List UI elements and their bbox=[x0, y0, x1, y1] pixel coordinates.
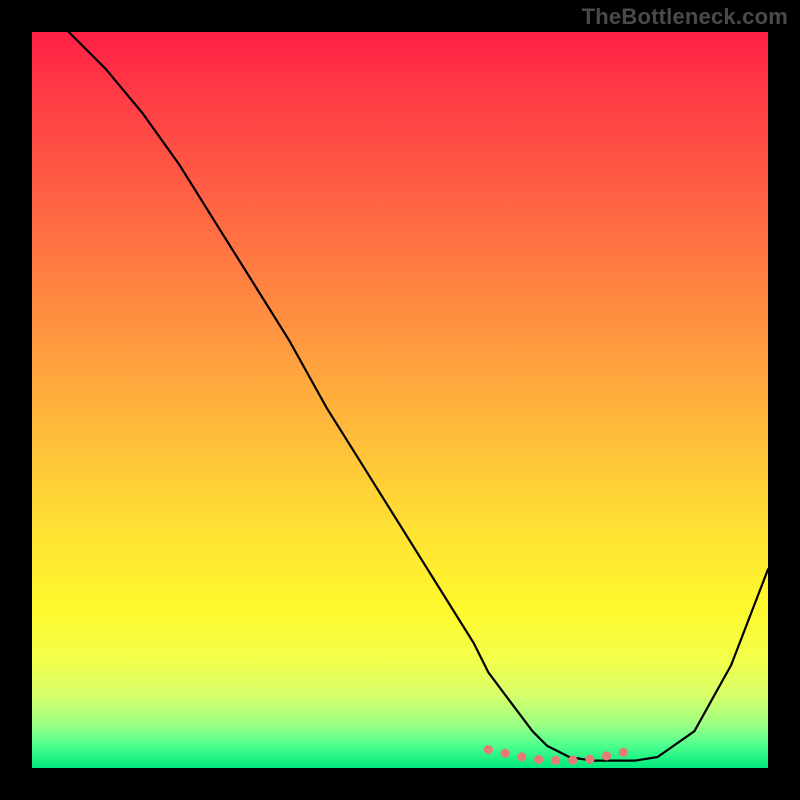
watermark-text: TheBottleneck.com bbox=[582, 4, 788, 30]
plot-area bbox=[32, 32, 768, 768]
chart-frame: TheBottleneck.com bbox=[0, 0, 800, 800]
bottleneck-curve bbox=[69, 32, 768, 761]
curve-svg bbox=[32, 32, 768, 768]
valley-dots bbox=[488, 750, 635, 761]
